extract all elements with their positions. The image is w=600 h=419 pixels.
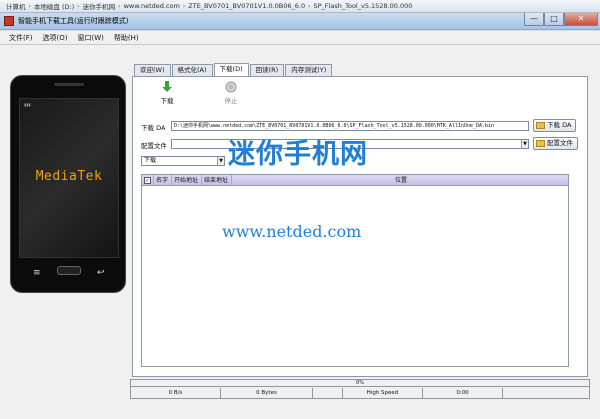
breadcrumb-folder-4[interactable]: SP_Flash_Tool_v5.1528.00.000 xyxy=(311,2,416,10)
stop-label: 停止 xyxy=(224,97,238,105)
minimize-button[interactable]: — xyxy=(524,13,544,26)
transfer-rate: 0 B/s xyxy=(131,388,221,399)
download-button[interactable]: 下载 xyxy=(149,81,185,105)
phone-image: ▮▮▮ MediaTek ≡ ↩ xyxy=(10,75,126,293)
scatter-file-label: 配置文件 xyxy=(547,139,573,147)
partition-table: ✓ 名字 开始地址 结束地址 位置 xyxy=(141,174,569,367)
download-da-button[interactable]: 下载 DA xyxy=(533,119,576,132)
phone-speaker xyxy=(54,83,84,86)
column-end-address: 结束地址 xyxy=(202,175,232,185)
download-da-label: 下载 DA xyxy=(547,121,572,129)
status-bar: 0% 0 B/s 0 Bytes High Speed 0:00 xyxy=(130,379,590,399)
watermark-site-name: 迷你手机网 xyxy=(228,139,368,170)
table-header: ✓ 名字 开始地址 结束地址 位置 xyxy=(142,175,568,186)
explorer-breadcrumb: 计算机 › 本地磁盘 (D:) › 迷你手机网 › www.netded.com › Z… xyxy=(0,0,600,13)
window-controls: — □ ✕ xyxy=(524,13,598,27)
menu-options[interactable]: 选项(O) xyxy=(38,33,73,43)
da-path-field[interactable]: D:\迷你手机网\www.netded.com\ZTE_BV0701_BV070… xyxy=(171,121,529,131)
column-name: 名字 xyxy=(154,175,172,185)
menu-bar: 文件(F) 选项(O) 窗口(W) 帮助(H) xyxy=(0,31,600,45)
checkbox-icon: ✓ xyxy=(144,177,151,184)
app-icon xyxy=(4,16,14,26)
breadcrumb-folder-2[interactable]: www.netded.com xyxy=(121,2,183,10)
breadcrumb-folder-3[interactable]: ZTE_BV0701_BV0701V1.0.0B06_6.0 xyxy=(185,2,308,10)
phone-screen: ▮▮▮ MediaTek xyxy=(19,98,119,258)
stop-icon xyxy=(225,81,237,93)
menu-help[interactable]: 帮助(H) xyxy=(109,33,144,43)
tab-welcome[interactable]: 欢迎(W) xyxy=(134,64,171,76)
mode-select[interactable]: 下载 ▼ xyxy=(141,156,225,166)
breadcrumb-folder-1[interactable]: 迷你手机网 xyxy=(80,1,119,11)
download-label: 下载 xyxy=(160,97,174,105)
title-bar: 智能手机下载工具(运行时跟踪模式) — □ ✕ xyxy=(0,13,600,30)
mediatek-brand: MediaTek xyxy=(35,169,103,184)
column-location: 位置 xyxy=(394,177,407,184)
mode-dropdown-arrow-icon: ▼ xyxy=(217,157,224,165)
scatter-file-button[interactable]: 配置文件 xyxy=(533,137,578,150)
home-key xyxy=(57,266,81,275)
tab-format[interactable]: 格式化(A) xyxy=(171,64,213,76)
transferred-bytes: 0 Bytes xyxy=(221,388,313,399)
maximize-button[interactable]: □ xyxy=(544,13,564,26)
progress-bar: 0% xyxy=(131,380,589,387)
breadcrumb-drive[interactable]: 本地磁盘 (D:) xyxy=(31,1,77,11)
status-cells: 0 B/s 0 Bytes High Speed 0:00 xyxy=(131,388,589,399)
elapsed-time: 0:00 xyxy=(423,388,503,399)
usb-speed: High Speed xyxy=(343,388,423,399)
menu-key-icon: ≡ xyxy=(33,268,41,278)
menu-window[interactable]: 窗口(W) xyxy=(72,33,108,43)
mode-select-value: 下载 xyxy=(144,157,157,164)
stop-button[interactable]: 停止 xyxy=(213,81,249,105)
watermark-url: www.netded.com xyxy=(222,222,362,241)
folder-icon xyxy=(536,140,545,147)
tab-download[interactable]: 下载(D) xyxy=(213,63,249,76)
tab-memory-test[interactable]: 内存测试(Y) xyxy=(285,64,333,76)
column-start-address: 开始地址 xyxy=(172,175,202,185)
window-title: 智能手机下载工具(运行时跟踪模式) xyxy=(18,17,129,25)
progress-percent: 0% xyxy=(356,380,364,386)
tab-readback[interactable]: 回读(R) xyxy=(249,64,285,76)
breadcrumb-computer[interactable]: 计算机 xyxy=(3,1,29,11)
download-arrow-icon xyxy=(162,81,172,92)
tab-strip: 欢迎(W) 格式化(A) 下载(D) 回读(R) 内存测试(Y) xyxy=(134,63,333,76)
folder-icon xyxy=(536,122,545,129)
menu-file[interactable]: 文件(F) xyxy=(4,33,38,43)
status-indicator-icon: ▮▮▮ xyxy=(24,102,31,107)
da-label: 下载 DA xyxy=(141,124,166,132)
close-button[interactable]: ✕ xyxy=(564,13,598,26)
back-key-icon: ↩ xyxy=(97,268,105,278)
select-all-checkbox[interactable]: ✓ xyxy=(142,175,154,185)
scatter-dropdown-arrow-icon[interactable]: ▼ xyxy=(521,140,528,148)
scatter-label: 配置文件 xyxy=(141,142,167,150)
